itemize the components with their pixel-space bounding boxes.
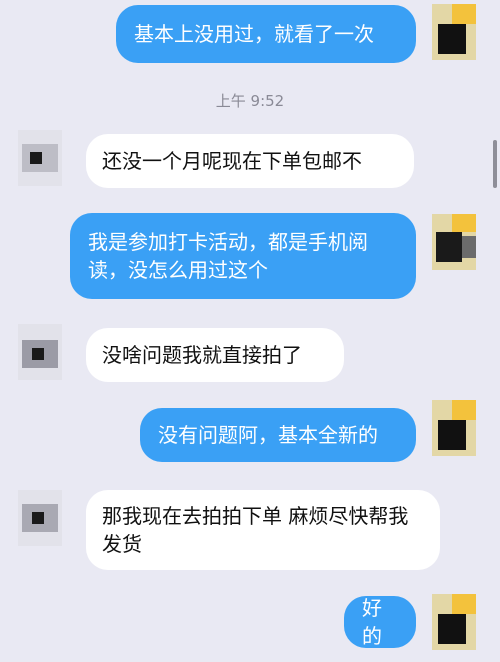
contact-avatar[interactable] <box>18 130 62 186</box>
message-text: 没啥问题我就直接拍了 <box>102 343 302 367</box>
message-text: 好的 <box>362 596 382 648</box>
message-timestamp: 上午 9:52 <box>215 92 285 110</box>
self-avatar[interactable] <box>432 594 476 650</box>
message-text: 还没一个月呢现在下单包邮不 <box>102 149 362 173</box>
message-text: 没有问题阿，基本全新的 <box>158 423 378 447</box>
message-bubble-incoming[interactable]: 还没一个月呢现在下单包邮不 <box>86 134 414 188</box>
message-bubble-incoming[interactable]: 那我现在去拍拍下单 麻烦尽快帮我发货 <box>86 490 440 570</box>
self-avatar[interactable] <box>432 400 476 456</box>
contact-avatar[interactable] <box>18 490 62 546</box>
self-avatar[interactable] <box>432 214 476 270</box>
message-text: 基本上没用过，就看了一次 <box>134 22 374 46</box>
message-text: 那我现在去拍拍下单 麻烦尽快帮我发货 <box>102 504 409 556</box>
message-bubble-outgoing[interactable]: 没有问题阿，基本全新的 <box>140 408 416 462</box>
self-avatar[interactable] <box>432 4 476 60</box>
scrollbar-thumb[interactable] <box>493 140 497 188</box>
message-bubble-incoming[interactable]: 没啥问题我就直接拍了 <box>86 328 344 382</box>
message-bubble-outgoing[interactable]: 基本上没用过，就看了一次 <box>116 5 416 63</box>
message-text: 我是参加打卡活动，都是手机阅读，没怎么用过这个 <box>88 230 368 282</box>
message-bubble-outgoing[interactable]: 我是参加打卡活动，都是手机阅读，没怎么用过这个 <box>70 213 416 299</box>
contact-avatar[interactable] <box>18 324 62 380</box>
message-bubble-outgoing[interactable]: 好的 <box>344 596 416 648</box>
